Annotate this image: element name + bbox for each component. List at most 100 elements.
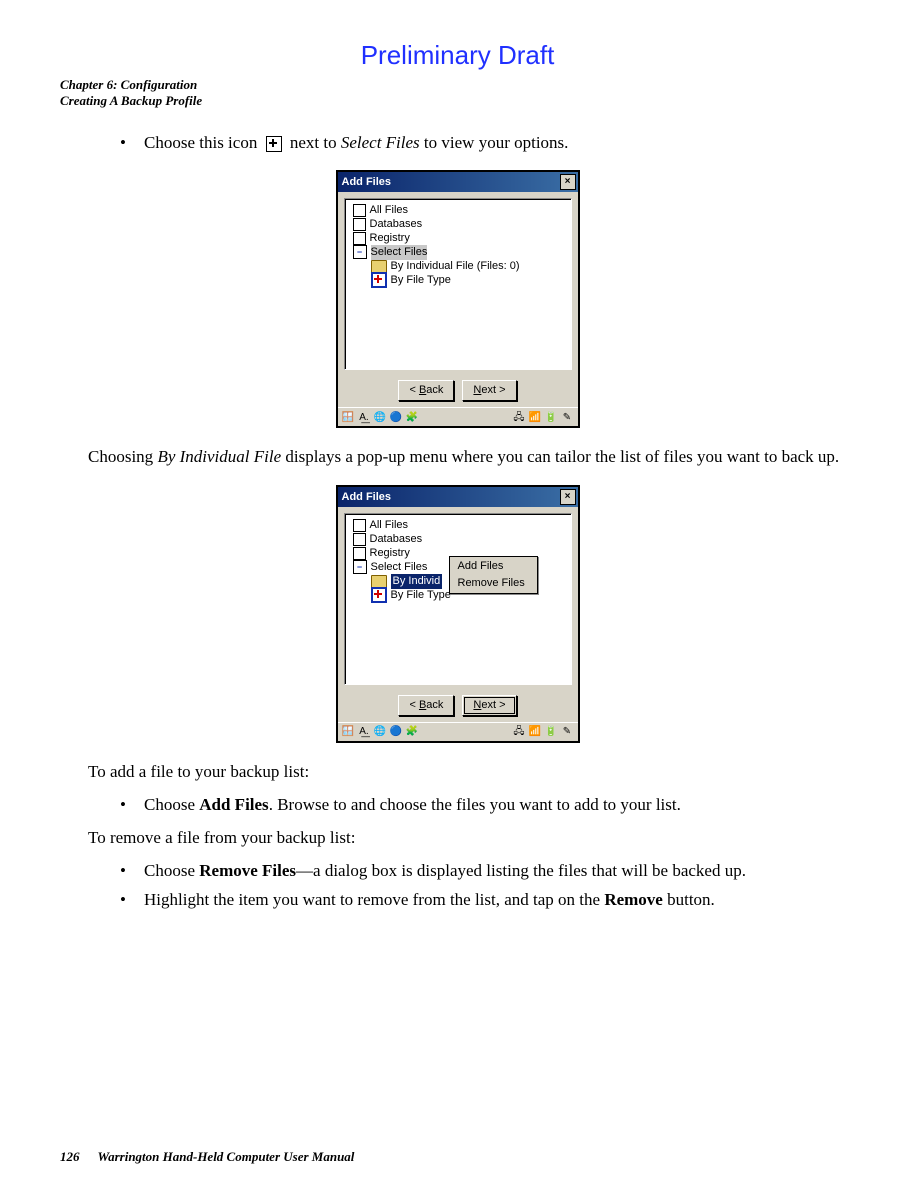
bullet-content: Choose Remove Files—a dialog box is disp… <box>144 860 855 883</box>
tree-label: Select Files <box>371 560 428 575</box>
tree-item-by-file-type[interactable]: By File Type <box>347 273 569 287</box>
tree-label-selected: Select Files <box>371 245 428 260</box>
menu-remove-files[interactable]: Remove Files <box>450 575 537 592</box>
text-fragment-italic: Select Files <box>341 133 420 152</box>
text-fragment: next to <box>290 133 341 152</box>
bullet-marker: • <box>120 132 144 155</box>
tree-label: Registry <box>370 231 410 246</box>
text-fragment: Choosing <box>88 447 157 466</box>
figure-add-files-1: Add Files × All Files Databases Registry… <box>60 170 855 428</box>
text-fragment: Choose this icon <box>144 133 257 152</box>
app-icon[interactable]: 🔵 <box>390 726 403 739</box>
bullet-add-files: • Choose Add Files. Browse to and choose… <box>60 794 855 817</box>
taskbar: 🪟 A͟. 🌐 🔵 🧩 🖧 📶 🔋 ✎ <box>338 407 578 426</box>
para-to-add: To add a file to your backup list: <box>88 761 855 784</box>
pen-icon[interactable]: ✎ <box>561 726 574 739</box>
checkbox-icon[interactable] <box>353 232 366 245</box>
tree-label-selected: By Individ <box>391 574 443 589</box>
start-icon[interactable]: 🪟 <box>342 726 355 739</box>
text-fragment-bold: Add Files <box>199 795 268 814</box>
tree-item-all-files[interactable]: All Files <box>347 518 569 532</box>
context-menu: Add Files Remove Files <box>449 556 538 594</box>
plus-box-icon <box>266 136 282 152</box>
globe-icon[interactable]: 🌐 <box>374 411 387 424</box>
text-fragment-bold: Remove Files <box>199 861 296 880</box>
para-choosing-individual: Choosing By Individual File displays a p… <box>88 446 855 469</box>
dialog-add-files-popup: Add Files × All Files Databases Registry… <box>336 485 580 743</box>
signal-icon[interactable]: 📶 <box>529 411 542 424</box>
start-icon[interactable]: 🪟 <box>342 411 355 424</box>
keyboard-icon[interactable]: A͟. <box>358 726 371 739</box>
next-button[interactable]: Next > <box>462 695 516 716</box>
back-button[interactable]: < Back <box>398 695 454 716</box>
tree-label: Databases <box>370 532 423 547</box>
tree-label: Registry <box>370 546 410 561</box>
battery-icon[interactable]: 🔋 <box>545 726 558 739</box>
close-icon[interactable]: × <box>560 489 576 505</box>
tree-item-by-individual[interactable]: By Individual File (Files: 0) <box>347 259 569 273</box>
checkbox-icon[interactable] <box>353 533 366 546</box>
taskbar-left: 🪟 A͟. 🌐 🔵 🧩 <box>342 411 419 424</box>
network-icon[interactable]: 🖧 <box>513 411 526 424</box>
folder-icon <box>371 260 387 273</box>
network-icon[interactable]: 🖧 <box>513 726 526 739</box>
next-button[interactable]: Next > <box>462 380 516 401</box>
bullet-content: Choose this icon next to Select Files to… <box>144 132 855 155</box>
bullet-marker: • <box>120 794 144 817</box>
checkbox-icon[interactable] <box>353 519 366 532</box>
app-icon-2[interactable]: 🧩 <box>406 411 419 424</box>
bullet-remove-files: • Choose Remove Files—a dialog box is di… <box>60 860 855 883</box>
text-fragment: Highlight the item you want to remove fr… <box>144 890 604 909</box>
section-label: Creating A Backup Profile <box>60 93 855 109</box>
checkbox-icon[interactable] <box>353 218 366 231</box>
tree-view[interactable]: All Files Databases Registry Select File… <box>344 513 572 685</box>
app-icon-2[interactable]: 🧩 <box>406 726 419 739</box>
text-fragment: —a dialog box is displayed listing the f… <box>296 861 746 880</box>
text-fragment-bold: Remove <box>604 890 663 909</box>
pen-icon[interactable]: ✎ <box>561 411 574 424</box>
text-fragment-italic: By Individual File <box>157 447 281 466</box>
text-fragment: button. <box>663 890 715 909</box>
keyboard-icon[interactable]: A͟. <box>358 411 371 424</box>
back-button[interactable]: < Back <box>398 380 454 401</box>
dialog-button-row: < Back Next > <box>338 689 578 722</box>
app-icon[interactable]: 🔵 <box>390 411 403 424</box>
bullet-content: Highlight the item you want to remove fr… <box>144 889 855 912</box>
taskbar-left: 🪟 A͟. 🌐 🔵 🧩 <box>342 726 419 739</box>
tree-item-select-files[interactable]: Select Files <box>347 245 569 259</box>
tree-item-all-files[interactable]: All Files <box>347 203 569 217</box>
checkbox-icon[interactable] <box>353 204 366 217</box>
tree-label: By Individual File (Files: 0) <box>391 259 520 274</box>
manual-title: Warrington Hand-Held Computer User Manua… <box>98 1149 355 1164</box>
preliminary-draft-label: Preliminary Draft <box>60 40 855 71</box>
tree-label: By File Type <box>391 588 451 603</box>
tree-view[interactable]: All Files Databases Registry Select File… <box>344 198 572 370</box>
bullet-marker: • <box>120 889 144 912</box>
taskbar: 🪟 A͟. 🌐 🔵 🧩 🖧 📶 🔋 ✎ <box>338 722 578 741</box>
text-fragment: displays a pop-up menu where you can tai… <box>281 447 839 466</box>
globe-icon[interactable]: 🌐 <box>374 726 387 739</box>
tree-item-databases[interactable]: Databases <box>347 532 569 546</box>
tree-item-databases[interactable]: Databases <box>347 217 569 231</box>
text-fragment: . Browse to and choose the files you wan… <box>269 795 681 814</box>
close-icon[interactable]: × <box>560 174 576 190</box>
collapse-icon[interactable] <box>353 245 367 259</box>
text-fragment: to view your options. <box>420 133 569 152</box>
taskbar-right: 🖧 📶 🔋 ✎ <box>513 726 574 739</box>
tree-item-registry[interactable]: Registry <box>347 231 569 245</box>
tree-label: By File Type <box>391 273 451 288</box>
dialog-title: Add Files <box>342 175 392 190</box>
dialog-button-row: < Back Next > <box>338 374 578 407</box>
plus-file-icon <box>371 272 387 288</box>
battery-icon[interactable]: 🔋 <box>545 411 558 424</box>
menu-add-files[interactable]: Add Files <box>450 558 537 575</box>
chapter-label: Chapter 6: Configuration <box>60 77 855 93</box>
collapse-icon[interactable] <box>353 560 367 574</box>
page-number: 126 <box>60 1149 80 1164</box>
figure-add-files-2: Add Files × All Files Databases Registry… <box>60 485 855 743</box>
bullet-marker: • <box>120 860 144 883</box>
signal-icon[interactable]: 📶 <box>529 726 542 739</box>
folder-icon <box>371 575 387 588</box>
text-fragment: Choose <box>144 795 199 814</box>
checkbox-icon[interactable] <box>353 547 366 560</box>
